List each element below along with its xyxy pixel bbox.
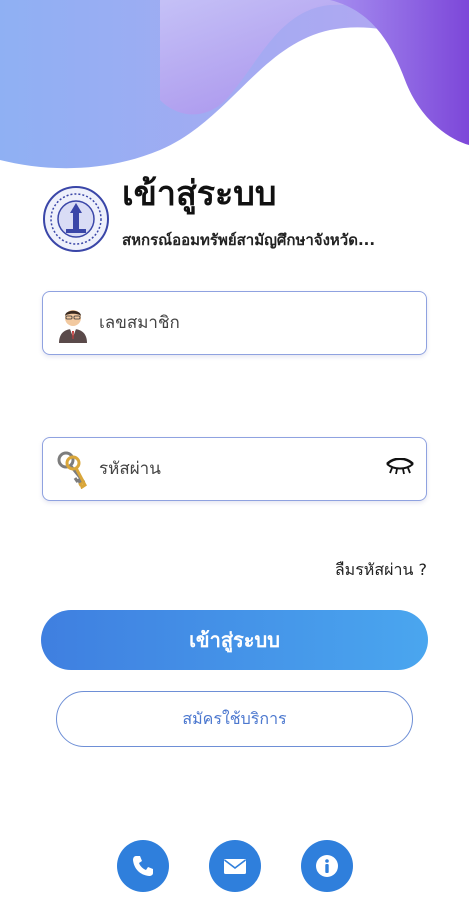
member-id-input[interactable] [99,313,426,333]
login-button[interactable]: เข้าสู่ระบบ [41,610,428,670]
cooperative-logo [43,186,109,252]
password-field[interactable] [42,437,427,501]
phone-button[interactable] [117,840,169,892]
eye-closed-icon[interactable] [384,458,416,480]
page-title: เข้าสู่ระบบ [122,174,277,214]
member-id-field[interactable] [42,291,427,355]
password-input[interactable] [99,459,384,479]
keys-icon [57,451,87,489]
organization-name: สหกรณ์ออมทรัพย์สามัญศึกษาจังหวัด... [122,231,376,249]
user-avatar-icon [59,310,87,343]
info-icon [316,855,338,877]
mail-icon [224,859,246,874]
forgot-password-link[interactable]: ลืมรหัสผ่าน ? [335,558,427,583]
register-button[interactable]: สมัครใช้บริการ [56,691,413,747]
email-button[interactable] [209,840,261,892]
phone-icon [133,856,153,876]
info-button[interactable] [301,840,353,892]
